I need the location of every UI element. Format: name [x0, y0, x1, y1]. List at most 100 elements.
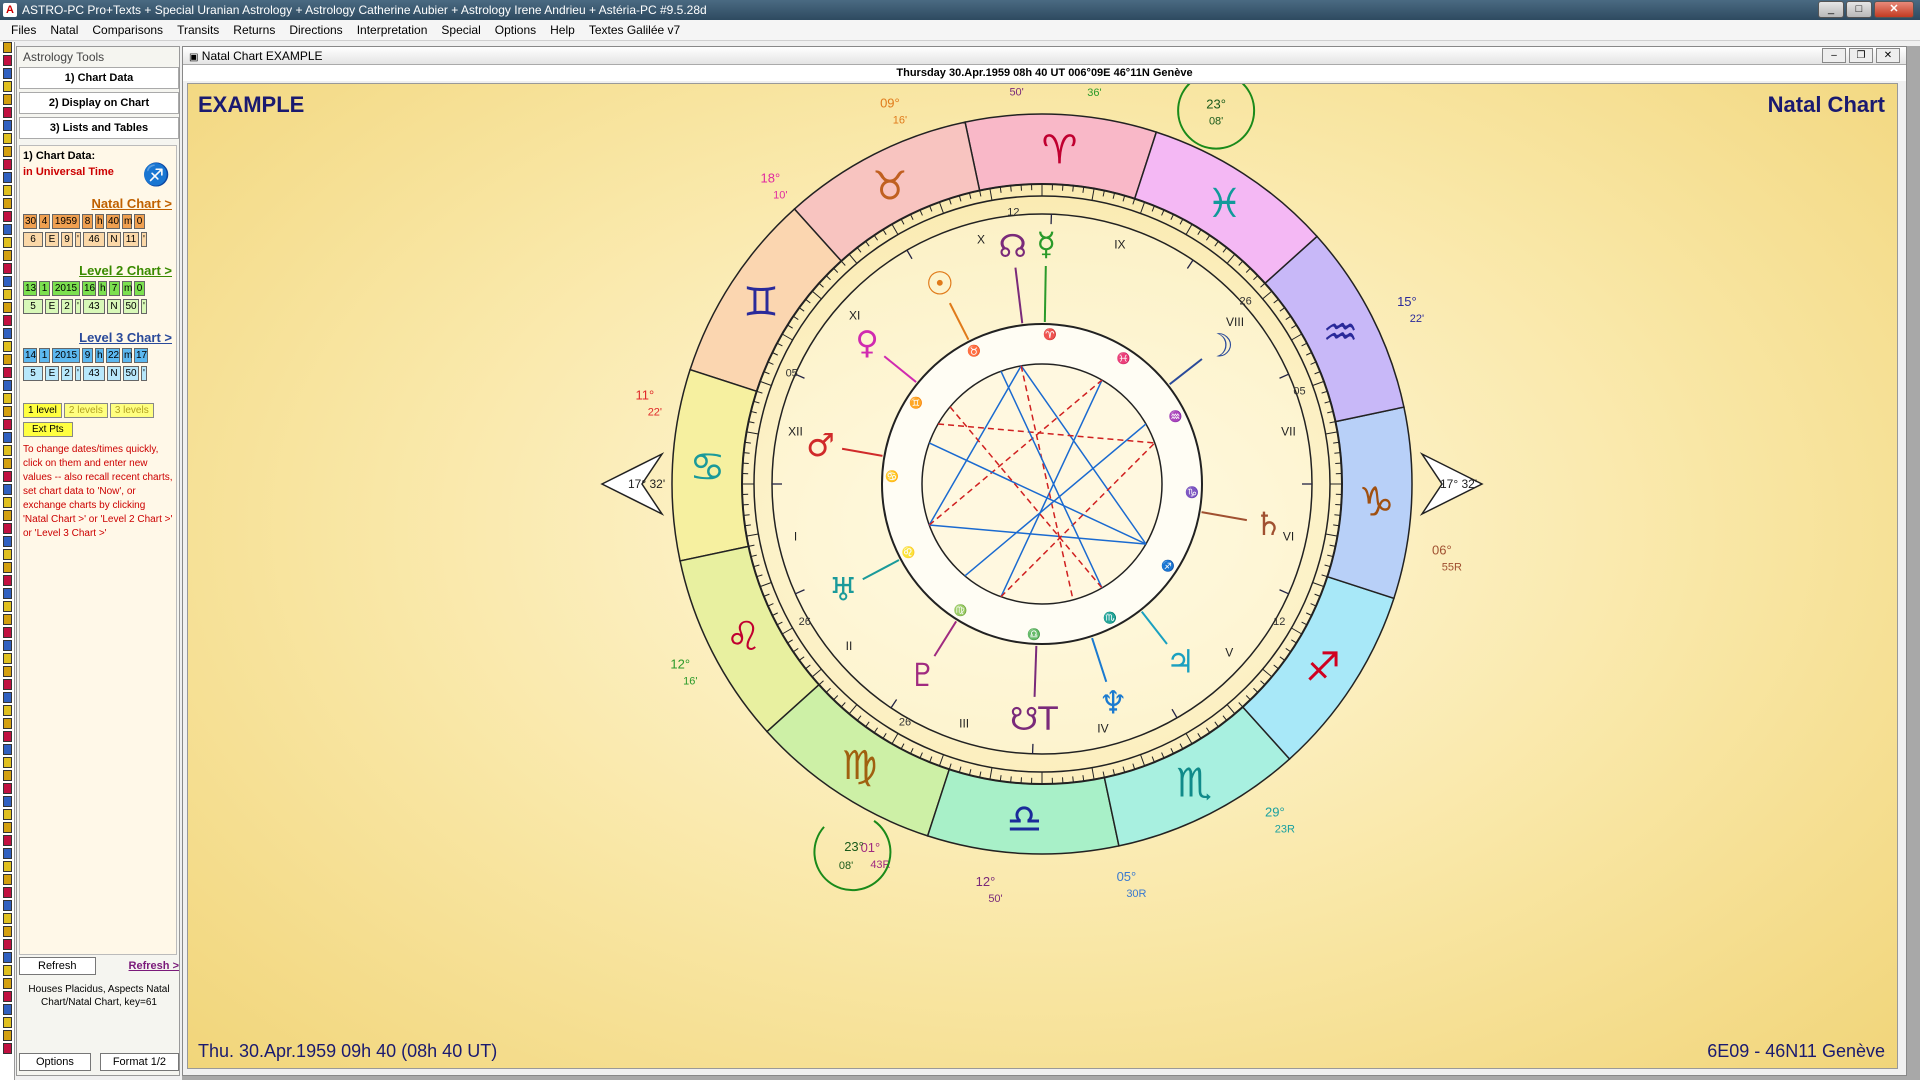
- strip-swatch[interactable]: [3, 315, 12, 326]
- menu-interpretation[interactable]: Interpretation: [350, 20, 435, 40]
- level3-minute[interactable]: 22: [106, 348, 120, 363]
- menu-files[interactable]: Files: [4, 20, 43, 40]
- strip-swatch[interactable]: [3, 887, 12, 898]
- figure-icon[interactable]: ♐: [143, 162, 170, 188]
- strip-swatch[interactable]: [3, 705, 12, 716]
- strip-swatch[interactable]: [3, 380, 12, 391]
- level2-lon-min[interactable]: 2: [61, 299, 73, 314]
- strip-swatch[interactable]: [3, 874, 12, 885]
- strip-swatch[interactable]: [3, 237, 12, 248]
- ext-pts-button[interactable]: Ext Pts: [23, 422, 73, 437]
- level2-second[interactable]: 0: [134, 281, 145, 296]
- level3-lat-deg[interactable]: 43: [83, 366, 105, 381]
- strip-swatch[interactable]: [3, 796, 12, 807]
- strip-swatch[interactable]: [3, 627, 12, 638]
- strip-swatch[interactable]: [3, 107, 12, 118]
- natal-lon-dir[interactable]: E: [45, 232, 59, 247]
- chart-canvas[interactable]: EXAMPLE Natal Chart ♈ ♉ ♊ ♋ ♌ ♍ ♎ ♏ ♐ ♑ ♒ ♓ I II III IV…: [187, 83, 1898, 1069]
- strip-swatch[interactable]: [3, 952, 12, 963]
- chart-selector-strip[interactable]: [0, 42, 15, 1080]
- strip-swatch[interactable]: [3, 250, 12, 261]
- natal-minute[interactable]: 40: [106, 214, 120, 229]
- level3-hour[interactable]: 9: [82, 348, 93, 363]
- strip-swatch[interactable]: [3, 510, 12, 521]
- strip-swatch[interactable]: [3, 692, 12, 703]
- level2-lon-deg[interactable]: 5: [23, 299, 43, 314]
- strip-swatch[interactable]: [3, 42, 12, 53]
- level3-lon-deg[interactable]: 5: [23, 366, 43, 381]
- strip-swatch[interactable]: [3, 848, 12, 859]
- natal-lon-deg[interactable]: 6: [23, 232, 43, 247]
- strip-swatch[interactable]: [3, 211, 12, 222]
- strip-swatch[interactable]: [3, 146, 12, 157]
- level3-year[interactable]: 2015: [52, 348, 80, 363]
- menu-comparisons[interactable]: Comparisons: [85, 20, 170, 40]
- strip-swatch[interactable]: [3, 835, 12, 846]
- strip-swatch[interactable]: [3, 484, 12, 495]
- menu-help[interactable]: Help: [543, 20, 582, 40]
- strip-swatch[interactable]: [3, 328, 12, 339]
- strip-swatch[interactable]: [3, 731, 12, 742]
- strip-swatch[interactable]: [3, 289, 12, 300]
- strip-swatch[interactable]: [3, 926, 12, 937]
- menu-options[interactable]: Options: [488, 20, 543, 40]
- level2-month[interactable]: 1: [39, 281, 50, 296]
- strip-swatch[interactable]: [3, 939, 12, 950]
- strip-swatch[interactable]: [3, 614, 12, 625]
- strip-swatch[interactable]: [3, 913, 12, 924]
- strip-swatch[interactable]: [3, 1004, 12, 1015]
- level2-chart-link[interactable]: Level 2 Chart >: [23, 263, 172, 278]
- strip-swatch[interactable]: [3, 861, 12, 872]
- strip-swatch[interactable]: [3, 653, 12, 664]
- level2-year[interactable]: 2015: [52, 281, 80, 296]
- natal-second[interactable]: 0: [134, 214, 145, 229]
- strip-swatch[interactable]: [3, 94, 12, 105]
- tab-chart-data[interactable]: 1) Chart Data: [19, 67, 179, 89]
- strip-swatch[interactable]: [3, 965, 12, 976]
- strip-swatch[interactable]: [3, 68, 12, 79]
- strip-swatch[interactable]: [3, 432, 12, 443]
- child-close-icon[interactable]: ✕: [1876, 48, 1900, 63]
- strip-swatch[interactable]: [3, 900, 12, 911]
- level2-hour[interactable]: 16: [82, 281, 96, 296]
- level2-lat-min[interactable]: 50: [123, 299, 139, 314]
- tab-display-on-chart[interactable]: 2) Display on Chart: [19, 92, 179, 114]
- level3-month[interactable]: 1: [39, 348, 50, 363]
- menu-special[interactable]: Special: [434, 20, 487, 40]
- strip-swatch[interactable]: [3, 978, 12, 989]
- natal-month[interactable]: 4: [39, 214, 50, 229]
- level2-lat-dir[interactable]: N: [107, 299, 121, 314]
- natal-hour[interactable]: 8: [82, 214, 93, 229]
- two-levels-button[interactable]: 2 levels: [63, 403, 108, 418]
- strip-swatch[interactable]: [3, 991, 12, 1002]
- strip-swatch[interactable]: [3, 419, 12, 430]
- strip-swatch[interactable]: [3, 185, 12, 196]
- menu-returns[interactable]: Returns: [226, 20, 282, 40]
- strip-swatch[interactable]: [3, 679, 12, 690]
- level3-second[interactable]: 17: [134, 348, 148, 363]
- strip-swatch[interactable]: [3, 536, 12, 547]
- strip-swatch[interactable]: [3, 497, 12, 508]
- strip-swatch[interactable]: [3, 809, 12, 820]
- strip-swatch[interactable]: [3, 159, 12, 170]
- level3-chart-link[interactable]: Level 3 Chart >: [23, 330, 172, 345]
- strip-swatch[interactable]: [3, 198, 12, 209]
- menu-natal[interactable]: Natal: [43, 20, 85, 40]
- strip-swatch[interactable]: [3, 757, 12, 768]
- strip-swatch[interactable]: [3, 718, 12, 729]
- level3-lat-min[interactable]: 50: [123, 366, 139, 381]
- strip-swatch[interactable]: [3, 263, 12, 274]
- natal-lat-deg[interactable]: 46: [83, 232, 105, 247]
- strip-swatch[interactable]: [3, 445, 12, 456]
- strip-swatch[interactable]: [3, 55, 12, 66]
- strip-swatch[interactable]: [3, 1030, 12, 1041]
- strip-swatch[interactable]: [3, 1043, 12, 1054]
- strip-swatch[interactable]: [3, 172, 12, 183]
- natal-day[interactable]: 30: [23, 214, 37, 229]
- format-button[interactable]: Format 1/2: [99, 1053, 179, 1071]
- strip-swatch[interactable]: [3, 588, 12, 599]
- level3-lon-dir[interactable]: E: [45, 366, 59, 381]
- strip-swatch[interactable]: [3, 458, 12, 469]
- one-level-button[interactable]: 1 level: [23, 403, 62, 418]
- level2-day[interactable]: 13: [23, 281, 37, 296]
